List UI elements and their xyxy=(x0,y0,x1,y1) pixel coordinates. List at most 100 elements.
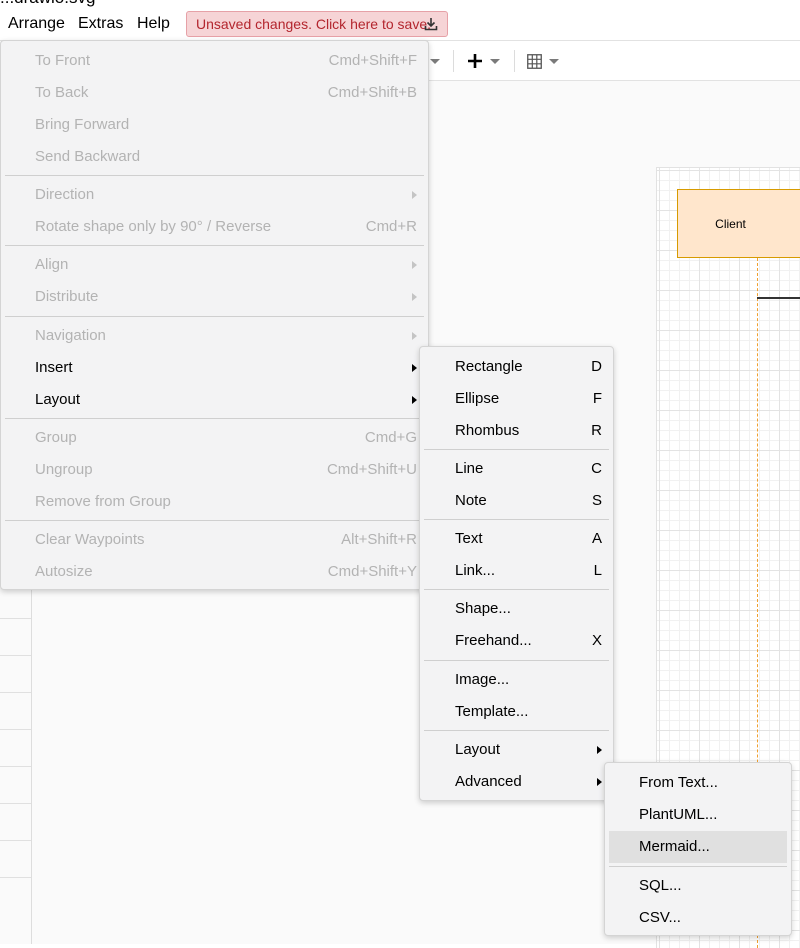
menu-item-note[interactable]: Note S xyxy=(424,485,609,517)
menu-item-shape[interactable]: Shape... xyxy=(424,593,609,625)
menu-separator xyxy=(424,730,609,731)
menu-separator xyxy=(424,589,609,590)
window-title: ...drawio.svg xyxy=(0,0,95,8)
menu-separator xyxy=(5,316,424,317)
panel-divider xyxy=(0,840,31,841)
menu-item-label: From Text... xyxy=(639,774,718,791)
table-caret-icon[interactable] xyxy=(549,59,559,64)
menu-item-label: Image... xyxy=(455,671,510,688)
menu-bar: ...drawio.svg Arrange Extras Help Unsave… xyxy=(0,0,800,41)
menu-item-shortcut: Cmd+Shift+B xyxy=(327,84,417,101)
menu-separator xyxy=(5,245,424,246)
submenu-arrow-icon xyxy=(597,746,602,754)
menu-item-from-text[interactable]: From Text... xyxy=(609,767,787,799)
menu-extras[interactable]: Extras xyxy=(78,14,123,34)
menu-item-navigation[interactable]: Navigation xyxy=(5,320,424,352)
menu-item-advanced[interactable]: Advanced xyxy=(424,766,609,798)
menu-item-align[interactable]: Align xyxy=(5,249,424,281)
menu-separator xyxy=(424,449,609,450)
submenu-arrow-icon xyxy=(412,261,417,269)
menu-item-line[interactable]: Line C xyxy=(424,453,609,485)
submenu-arrow-icon xyxy=(412,332,417,340)
menu-item-label: Ellipse xyxy=(455,390,500,407)
menu-item-template[interactable]: Template... xyxy=(424,696,609,728)
unsaved-changes-label: Unsaved changes. Click here to save. xyxy=(196,16,432,32)
unsaved-changes-button[interactable]: Unsaved changes. Click here to save. xyxy=(186,11,448,37)
menu-item-remove-from-group[interactable]: Remove from Group xyxy=(5,486,424,518)
menu-item-text[interactable]: Text A xyxy=(424,523,609,555)
menu-item-shortcut: Cmd+Shift+U xyxy=(326,461,417,478)
menu-item-image[interactable]: Image... xyxy=(424,664,609,696)
menu-item-link[interactable]: Link... L xyxy=(424,555,609,587)
client-shape[interactable]: Client xyxy=(677,189,800,258)
menu-item-to-front[interactable]: To Front Cmd+Shift+F xyxy=(5,45,424,77)
toolbar-divider xyxy=(514,50,515,72)
menu-item-label: Ungroup xyxy=(35,461,93,478)
menu-item-shortcut: S xyxy=(591,492,602,509)
menu-item-bring-forward[interactable]: Bring Forward xyxy=(5,109,424,141)
menu-item-shortcut: A xyxy=(591,530,602,547)
menu-item-insert-layout[interactable]: Layout xyxy=(424,734,609,766)
menu-item-label: To Front xyxy=(35,52,91,69)
menu-item-label: CSV... xyxy=(639,909,681,926)
menu-item-ellipse[interactable]: Ellipse F xyxy=(424,383,609,415)
menu-item-label: Rhombus xyxy=(455,422,520,439)
plus-icon[interactable] xyxy=(467,53,483,69)
menu-item-rhombus[interactable]: Rhombus R xyxy=(424,415,609,447)
submenu-arrow-icon xyxy=(412,191,417,199)
menu-separator xyxy=(5,520,424,521)
menu-separator xyxy=(5,418,424,419)
table-icon[interactable] xyxy=(527,54,542,69)
menu-item-to-back[interactable]: To Back Cmd+Shift+B xyxy=(5,77,424,109)
submenu-arrow-icon xyxy=(412,396,417,404)
menu-item-shortcut: F xyxy=(592,390,602,407)
menu-item-label: Note xyxy=(455,492,487,509)
client-label: Client xyxy=(715,216,746,231)
menu-item-label: Line xyxy=(455,460,484,477)
menu-item-shortcut: R xyxy=(591,422,602,439)
menu-separator xyxy=(424,519,609,520)
menu-item-label: Group xyxy=(35,429,77,446)
menu-item-csv[interactable]: CSV... xyxy=(609,902,787,934)
menu-item-rectangle[interactable]: Rectangle D xyxy=(424,351,609,383)
menu-item-layout[interactable]: Layout xyxy=(5,384,424,416)
menu-item-shortcut: Alt+Shift+R xyxy=(341,531,417,548)
menu-item-distribute[interactable]: Distribute xyxy=(5,281,424,313)
menu-item-mermaid[interactable]: Mermaid... xyxy=(609,831,787,863)
menu-arrange[interactable]: Arrange xyxy=(8,14,65,34)
menu-item-shortcut: Cmd+R xyxy=(365,218,417,235)
menu-item-label: Layout xyxy=(455,741,501,758)
menu-item-sql[interactable]: SQL... xyxy=(609,870,787,902)
menu-help[interactable]: Help xyxy=(137,14,170,34)
panel-divider xyxy=(0,803,31,804)
menu-item-label: To Back xyxy=(35,84,89,101)
submenu-arrow-icon xyxy=(597,778,602,786)
menu-item-label: PlantUML... xyxy=(639,806,718,823)
menu-item-autosize[interactable]: Autosize Cmd+Shift+Y xyxy=(5,556,424,588)
menu-separator xyxy=(609,866,787,867)
message-arrow[interactable] xyxy=(757,297,800,299)
menu-item-shortcut: L xyxy=(593,562,602,579)
menu-item-label: Remove from Group xyxy=(35,493,171,510)
panel-divider xyxy=(0,877,31,878)
menu-item-shortcut: Cmd+Shift+F xyxy=(328,52,417,69)
arrange-menu: To Front Cmd+Shift+F To Back Cmd+Shift+B… xyxy=(0,40,429,590)
menu-item-label: Clear Waypoints xyxy=(35,531,145,548)
menu-item-label: Rectangle xyxy=(455,358,523,375)
menu-item-label: Autosize xyxy=(35,563,93,580)
menu-item-group[interactable]: Group Cmd+G xyxy=(5,422,424,454)
menu-item-label: Insert xyxy=(35,359,73,376)
menu-item-label: Direction xyxy=(35,186,95,203)
menu-item-clear-waypoints[interactable]: Clear Waypoints Alt+Shift+R xyxy=(5,524,424,556)
insert-caret-icon[interactable] xyxy=(490,59,500,64)
menu-item-rotate[interactable]: Rotate shape only by 90° / Reverse Cmd+R xyxy=(5,211,424,243)
menu-item-label: Navigation xyxy=(35,327,106,344)
menu-item-ungroup[interactable]: Ungroup Cmd+Shift+U xyxy=(5,454,424,486)
menu-item-send-backward[interactable]: Send Backward xyxy=(5,141,424,173)
menu-item-plantuml[interactable]: PlantUML... xyxy=(609,799,787,831)
menu-item-direction[interactable]: Direction xyxy=(5,179,424,211)
menu-item-insert[interactable]: Insert xyxy=(5,352,424,384)
menu-item-label: Freehand... xyxy=(455,632,532,649)
menu-item-freehand[interactable]: Freehand... X xyxy=(424,625,609,657)
caret-down-icon[interactable] xyxy=(430,59,440,64)
